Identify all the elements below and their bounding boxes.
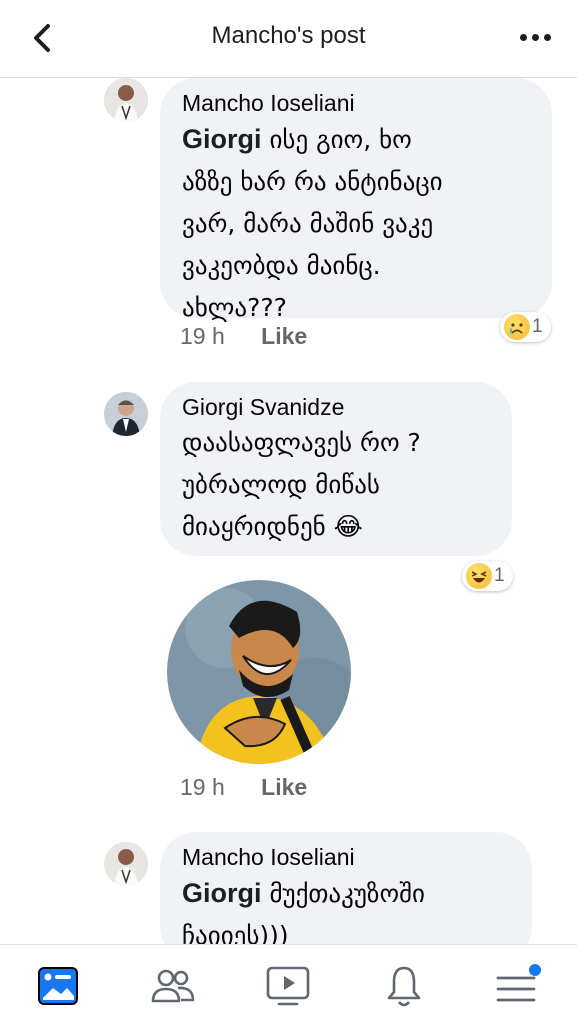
comment-text: დაასაფლავეს რო ? უბრალოდ მიწას მიაყრიდნე… bbox=[182, 422, 490, 548]
reaction-badge[interactable]: 1 bbox=[462, 561, 513, 591]
like-button[interactable]: Like bbox=[261, 774, 307, 800]
comment-actions: 19 h Like bbox=[180, 323, 307, 350]
avatar[interactable] bbox=[104, 78, 148, 122]
nav-news-feed[interactable] bbox=[34, 963, 82, 1009]
nav-menu[interactable] bbox=[494, 963, 542, 1009]
reaction-badge[interactable]: 1 bbox=[500, 312, 551, 342]
comment-line: ვაკეობდა მაინც. bbox=[182, 251, 381, 280]
avatar[interactable] bbox=[104, 842, 148, 886]
friends-icon bbox=[151, 969, 195, 1003]
comment-line: მიაყრიდნენ 😂 bbox=[182, 512, 363, 541]
comment-bubble[interactable]: Mancho Ioseliani Giorgi ისე გიო, ხო აზზე… bbox=[160, 78, 552, 322]
more-dot bbox=[531, 33, 539, 41]
bottom-navigation bbox=[0, 944, 577, 1024]
comment-line: ვარ, მარა მაშინ ვაკე bbox=[182, 209, 434, 238]
avatar[interactable] bbox=[104, 392, 148, 436]
nav-notifications[interactable] bbox=[380, 963, 428, 1009]
watch-video-icon bbox=[266, 966, 310, 1006]
comment-line: ახლა??? bbox=[182, 293, 287, 322]
comment-author[interactable]: Mancho Ioseliani bbox=[182, 88, 530, 118]
comment-line: ისე გიო, ხო bbox=[269, 125, 412, 154]
more-dots-icon bbox=[519, 33, 527, 41]
page-title: Mancho's post bbox=[211, 22, 366, 49]
mention-link[interactable]: Giorgi bbox=[182, 124, 262, 154]
avatar-image bbox=[104, 78, 148, 122]
comment-line: უბრალოდ მიწას bbox=[182, 470, 380, 499]
mention-link[interactable]: Giorgi bbox=[182, 878, 262, 908]
news-feed-icon bbox=[38, 967, 78, 1005]
like-button[interactable]: Like bbox=[261, 323, 307, 349]
comment-line: აზზე ხარ რა ანტინაცი bbox=[182, 167, 443, 196]
bell-icon bbox=[387, 966, 421, 1007]
avatar-image bbox=[104, 392, 148, 436]
laughing-face-icon bbox=[466, 563, 492, 589]
more-dot bbox=[543, 33, 551, 41]
hamburger-menu-icon bbox=[496, 964, 541, 1002]
comment-time: 19 h bbox=[180, 774, 225, 800]
sticker-image[interactable] bbox=[165, 578, 353, 766]
nav-watch[interactable] bbox=[264, 963, 312, 1009]
comment-actions: 19 h Like bbox=[180, 774, 307, 801]
reaction-count: 1 bbox=[494, 565, 505, 586]
comment-time: 19 h bbox=[180, 323, 225, 349]
comment-line: დაასაფლავეს რო ? bbox=[182, 428, 421, 457]
top-bar: Mancho's post bbox=[0, 0, 577, 78]
crying-face-icon bbox=[504, 314, 530, 340]
nav-friends[interactable] bbox=[149, 963, 197, 1009]
comment-bubble[interactable]: Mancho Ioseliani Giorgi მუქთაკუზოში ჩაიი… bbox=[160, 832, 532, 962]
reaction-count: 1 bbox=[532, 316, 543, 337]
more-options-button[interactable] bbox=[515, 22, 555, 52]
comment-author[interactable]: Mancho Ioseliani bbox=[182, 842, 510, 872]
comment-bubble[interactable]: Giorgi Svanidze დაასაფლავეს რო ? უბრალოდ… bbox=[160, 382, 512, 556]
comment-text: Giorgi ისე გიო, ხო აზზე ხარ რა ანტინაცი … bbox=[182, 118, 530, 329]
avatar-image bbox=[104, 842, 148, 886]
comment-author[interactable]: Giorgi Svanidze bbox=[182, 392, 490, 422]
comment-line: მუქთაკუზოში bbox=[269, 879, 425, 908]
